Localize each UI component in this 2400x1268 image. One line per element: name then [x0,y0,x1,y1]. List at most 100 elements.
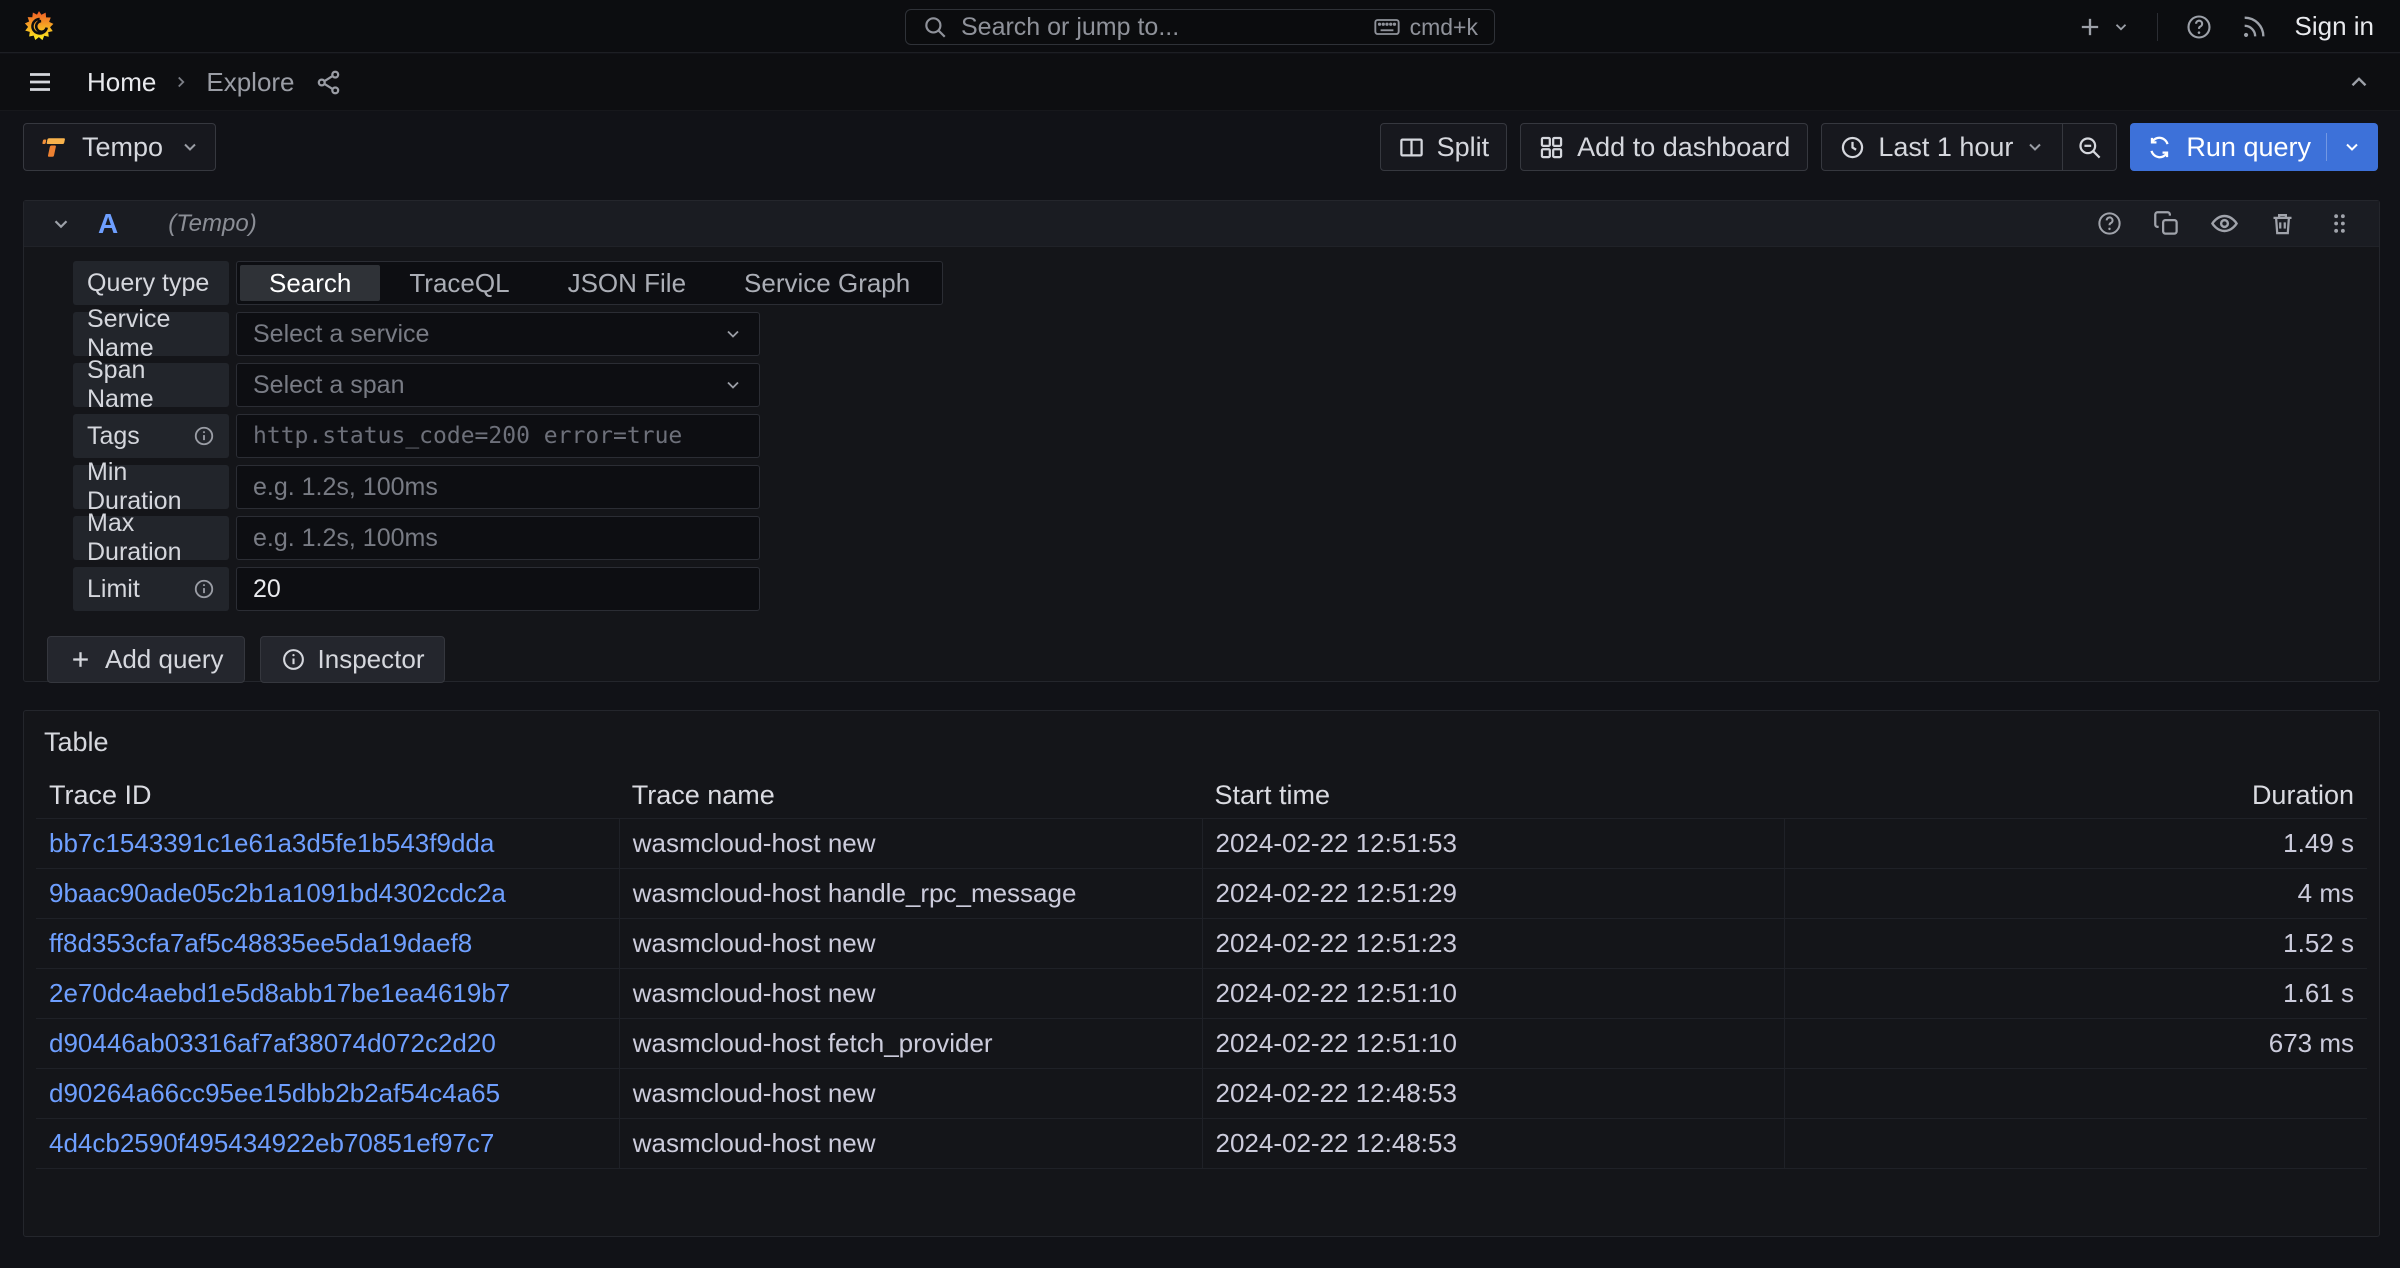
trace-name-cell: wasmcloud-host new [619,919,1202,968]
grafana-explore-screen: cmd+k [0,0,2400,1268]
query-editor-body: Query type Search TraceQL JSON File Serv… [24,247,2379,611]
sign-in-link[interactable]: Sign in [2295,11,2375,42]
chevron-down-icon[interactable] [2342,137,2362,157]
table-row: 4d4cb2590f495434922eb70851ef97c7 wasmclo… [36,1118,2367,1168]
limit-label: Limit [73,567,229,611]
trace-id-link[interactable]: bb7c1543391c1e61a3d5fe1b543f9dda [36,819,619,868]
tab-service-graph[interactable]: Service Graph [715,265,939,301]
info-icon[interactable] [193,578,215,600]
trace-name-cell: wasmcloud-host new [619,1119,1202,1168]
span-name-row: Span Name Select a span [73,363,2379,407]
top-nav-bar: cmd+k [0,0,2400,53]
apps-icon [1538,134,1565,161]
add-query-label: Add query [105,644,224,675]
min-duration-row: Min Duration e.g. 1.2s, 100ms [73,465,2379,509]
duration-cell: 1.49 s [1784,819,2367,868]
chevron-up-icon[interactable] [2346,69,2372,95]
column-header-start-time[interactable]: Start time [1202,780,1785,811]
trace-id-link[interactable]: 9baac90ade05c2b1a1091bd4302cdc2a [36,869,619,918]
limit-label-text: Limit [87,575,140,604]
share-icon[interactable] [315,69,342,96]
limit-input[interactable]: 20 [236,567,760,611]
breadcrumb-bar: Home Explore [0,54,2400,111]
start-time-cell: 2024-02-22 12:48:53 [1202,1069,1785,1118]
table-row: d90446ab03316af7af38074d072c2d20 wasmclo… [36,1018,2367,1068]
table-row: ff8d353cfa7af5c48835ee5da19daef8 wasmclo… [36,918,2367,968]
news-icon[interactable] [2240,13,2268,41]
query-row-actions [2096,209,2353,238]
collapse-chevron-icon[interactable] [50,213,72,235]
datasource-name: Tempo [82,132,163,163]
query-help-icon[interactable] [2096,210,2123,237]
breadcrumb-home[interactable]: Home [87,67,156,98]
zoom-out-time-button[interactable] [2062,123,2117,171]
table-row: d90264a66cc95ee15dbb2b2af54c4a65 wasmclo… [36,1068,2367,1118]
add-to-dashboard-label: Add to dashboard [1577,132,1790,163]
table-header: Trace ID Trace name Start time Duration [36,772,2367,818]
add-query-button[interactable]: Add query [47,636,245,683]
duration-cell [1784,1069,2367,1118]
breadcrumb-current: Explore [206,67,294,98]
datasource-picker[interactable]: Tempo [23,123,216,171]
start-time-cell: 2024-02-22 12:48:53 [1202,1119,1785,1168]
run-query-button[interactable]: Run query [2130,123,2378,171]
remove-query-trash-icon[interactable] [2269,210,2296,237]
time-range-picker[interactable]: Last 1 hour [1821,123,2063,171]
info-circle-icon [281,647,306,672]
max-duration-input[interactable]: e.g. 1.2s, 100ms [236,516,760,560]
help-icon[interactable] [2185,13,2213,41]
duration-cell: 1.52 s [1784,919,2367,968]
tags-input[interactable]: http.status_code=200 error=true [236,414,760,458]
grafana-logo-icon[interactable] [23,9,55,43]
add-to-dashboard-button[interactable]: Add to dashboard [1520,123,1808,171]
info-icon[interactable] [193,425,215,447]
explore-toolbar: Tempo Split [23,122,2378,172]
split-button[interactable]: Split [1380,123,1508,171]
service-name-select[interactable]: Select a service [236,312,760,356]
menu-icon[interactable] [25,67,55,97]
chevron-down-icon [180,137,200,157]
column-header-trace-name[interactable]: Trace name [619,780,1202,811]
trace-id-link[interactable]: d90446ab03316af7af38074d072c2d20 [36,1019,619,1068]
duration-cell: 4 ms [1784,869,2367,918]
column-header-trace-id[interactable]: Trace ID [36,780,619,811]
query-actions: Add query Inspector [24,636,2379,683]
search-input[interactable] [961,13,1360,42]
duplicate-query-icon[interactable] [2153,210,2180,237]
query-ref-id[interactable]: A [98,208,118,240]
table-row: 2e70dc4aebd1e5d8abb17be1ea4619b7 wasmclo… [36,968,2367,1018]
min-duration-label: Min Duration [73,465,229,509]
new-menu-button[interactable] [2076,13,2130,41]
drag-handle-icon[interactable] [2326,210,2353,237]
trace-id-link[interactable]: 2e70dc4aebd1e5d8abb17be1ea4619b7 [36,969,619,1018]
tab-search[interactable]: Search [240,265,380,301]
trace-id-link[interactable]: 4d4cb2590f495434922eb70851ef97c7 [36,1119,619,1168]
global-search-box[interactable]: cmd+k [905,9,1495,45]
trace-id-link[interactable]: d90264a66cc95ee15dbb2b2af54c4a65 [36,1069,619,1118]
trace-id-link[interactable]: ff8d353cfa7af5c48835ee5da19daef8 [36,919,619,968]
tags-label-text: Tags [87,422,140,451]
divider [2157,13,2158,41]
tempo-logo-icon [39,132,69,162]
tab-json-file[interactable]: JSON File [539,265,715,301]
min-duration-input[interactable]: e.g. 1.2s, 100ms [236,465,760,509]
span-name-select[interactable]: Select a span [236,363,760,407]
disable-query-eye-icon[interactable] [2210,209,2239,238]
start-time-cell: 2024-02-22 12:51:10 [1202,1019,1785,1068]
duration-cell [1784,1119,2367,1168]
tags-label: Tags [73,414,229,458]
run-query-label: Run query [2186,132,2311,163]
start-time-cell: 2024-02-22 12:51:53 [1202,819,1785,868]
service-name-label: Service Name [73,312,229,356]
breadcrumb: Home Explore [87,67,295,98]
keyboard-icon [1373,13,1401,41]
search-icon [922,14,948,40]
column-header-duration[interactable]: Duration [1784,780,2367,811]
shortcut-hint: cmd+k [1373,13,1478,41]
plus-icon [2076,13,2104,41]
tab-traceql[interactable]: TraceQL [380,265,538,301]
inspector-button[interactable]: Inspector [260,636,446,683]
inspector-label: Inspector [318,644,425,675]
panel-title: Table [44,727,2367,758]
trace-name-cell: wasmcloud-host fetch_provider [619,1019,1202,1068]
